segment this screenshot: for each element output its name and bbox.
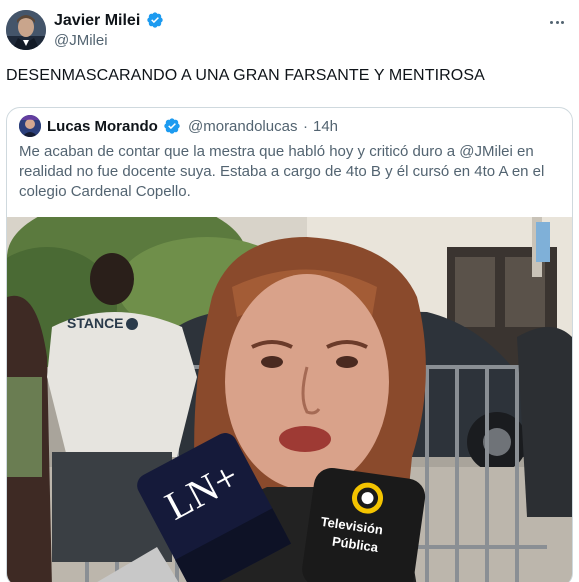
quoted-author-avatar[interactable]: [19, 115, 41, 137]
quoted-author-name[interactable]: Lucas Morando: [47, 118, 158, 135]
quoted-separator: ·: [303, 118, 308, 135]
quoted-author-handle[interactable]: @morandolucas: [188, 118, 297, 135]
shirt-text: STANCE: [67, 315, 124, 331]
verified-badge-icon: [147, 12, 163, 28]
more-horizontal-icon[interactable]: [545, 12, 569, 32]
author-handle[interactable]: @JMilei: [54, 32, 108, 49]
author-name[interactable]: Javier Milei: [54, 12, 140, 30]
quoted-text: Me acaban de contar que la mestra que ha…: [19, 143, 545, 200]
quoted-tweet-card[interactable]: Lucas Morando @morandolucas · 14h Me aca…: [6, 107, 573, 582]
quoted-verified-badge-icon: [164, 118, 180, 134]
author-avatar[interactable]: [6, 10, 46, 50]
quoted-timestamp[interactable]: 14h: [313, 118, 338, 135]
quoted-media-image[interactable]: STANCE LN+ Televisión Pública: [7, 217, 572, 582]
tweet-text: DESENMASCARANDO A UNA GRAN FARSANTE Y ME…: [6, 67, 485, 84]
tweet-header: Javier Milei @JMilei: [6, 8, 573, 52]
